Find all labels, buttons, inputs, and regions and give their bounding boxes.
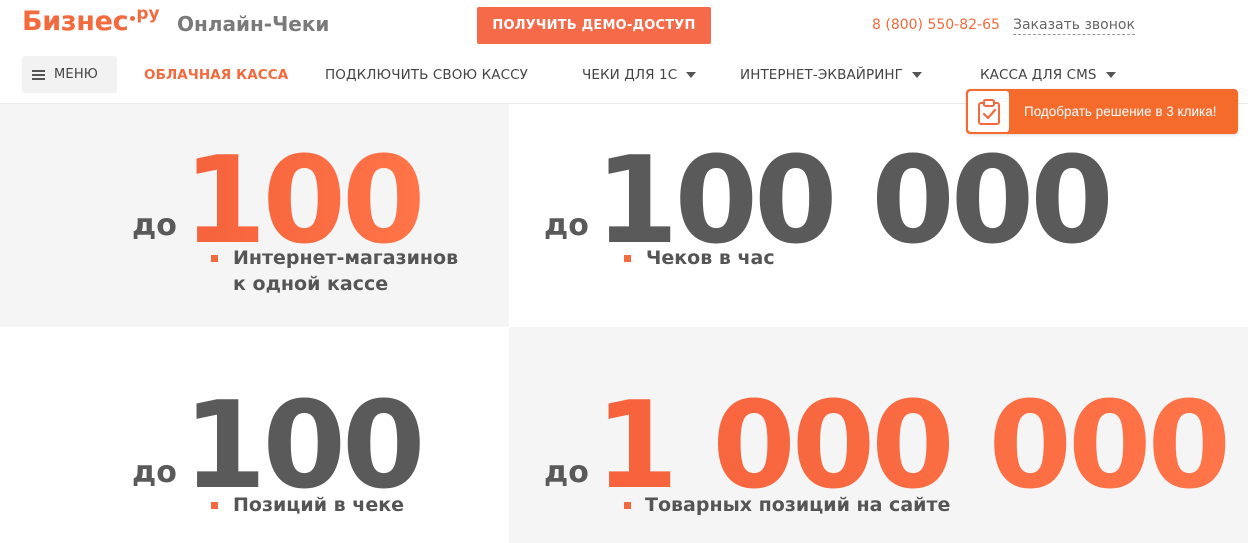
stat-description: Чеков в час [646, 247, 775, 269]
bullet-icon [624, 502, 631, 509]
stat-prefix: до [132, 455, 177, 490]
bullet-icon [211, 502, 218, 509]
picker-icon-box [968, 91, 1009, 132]
nav-item-label: ЧЕКИ ДЛЯ 1С [582, 67, 678, 83]
nav-item-label: ОБЛАЧНАЯ КАССА [144, 67, 289, 83]
nav-item-connect-cashbox[interactable]: ПОДКЛЮЧИТЬ СВОЮ КАССУ [325, 67, 528, 83]
picker-label: Подобрать решение в 3 клика! [1024, 104, 1217, 119]
stat-description: Интернет-магазинов к одной кассе [233, 245, 458, 297]
stat-card-positions: до 100 Позиций в чеке [0, 327, 509, 543]
stat-card-products: до 1 000 000 Товарных позиций на сайте [509, 327, 1248, 543]
logo[interactable]: Бизнес ру [22, 4, 160, 37]
demo-access-button[interactable]: ПОЛУЧИТЬ ДЕМО-ДОСТУП [477, 7, 711, 44]
nav-item-receipts-1c[interactable]: ЧЕКИ ДЛЯ 1С [582, 67, 697, 83]
chevron-down-icon [1105, 72, 1116, 78]
stat-description: Позиций в чеке [233, 494, 404, 516]
product-name: Онлайн-Чеки [177, 12, 330, 36]
nav-item-internet-acquiring[interactable]: ИНТЕРНЕТ-ЭКВАЙРИНГ [740, 67, 922, 83]
logo-dot [130, 16, 136, 21]
stat-value: 100 [183, 377, 425, 516]
stat-description-line: к одной кассе [233, 273, 389, 295]
stat-description-line: Интернет-магазинов [233, 247, 459, 269]
logo-suffix: ру [136, 4, 160, 24]
phone-link[interactable]: 8 (800) 550-82-65 [872, 17, 1000, 33]
menu-button[interactable]: МЕНЮ [22, 56, 117, 93]
nav-item-cloud-cashbox[interactable]: ОБЛАЧНАЯ КАССА [144, 67, 288, 83]
stat-card-receipts: до 100 000 Чеков в час [509, 104, 1248, 327]
nav-item-label: ПОДКЛЮЧИТЬ СВОЮ КАССУ [325, 67, 528, 83]
nav-item-label: КАССА ДЛЯ CMS [980, 67, 1097, 83]
stat-prefix: до [132, 208, 177, 243]
clipboard-check-icon [977, 98, 1000, 125]
stat-value: 100 [183, 132, 425, 271]
stat-prefix: до [544, 208, 589, 243]
bullet-icon [624, 255, 631, 262]
hamburger-icon [32, 69, 45, 80]
nav-item-label: ИНТЕРНЕТ-ЭКВАЙРИНГ [740, 67, 903, 83]
callback-link[interactable]: Заказать звонок [1013, 17, 1135, 35]
chevron-down-icon [912, 72, 922, 78]
logo-text: Бизнес [22, 6, 129, 37]
bullet-icon [211, 255, 218, 262]
stat-value: 100 000 [595, 132, 1114, 271]
solution-picker-button[interactable]: Подобрать решение в 3 клика! [966, 89, 1238, 134]
stat-prefix: до [544, 455, 589, 490]
menu-label: МЕНЮ [54, 67, 99, 82]
nav-item-cashbox-cms[interactable]: КАССА ДЛЯ CMS [980, 67, 1116, 83]
stat-value: 1 000 000 [595, 377, 1231, 516]
stat-description: Товарных позиций на сайте [645, 494, 951, 516]
chevron-down-icon [686, 72, 697, 78]
stat-card-stores: до 100 Интернет-магазинов к одной кассе [0, 104, 509, 327]
